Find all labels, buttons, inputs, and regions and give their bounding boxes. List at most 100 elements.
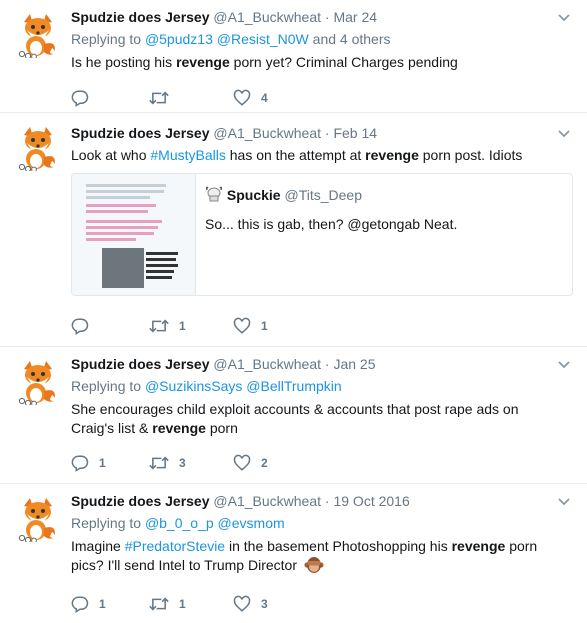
fox-avatar-icon[interactable] xyxy=(14,123,62,173)
reply-count: 1 xyxy=(99,456,106,470)
highlighted-keyword: revenge xyxy=(365,147,419,163)
replying-to-label: Replying to xyxy=(71,378,142,394)
retweet-icon xyxy=(149,597,169,611)
quoted-user-handle: @Tits_Deep xyxy=(284,187,362,203)
retweet-button[interactable]: 1 xyxy=(149,594,186,614)
retweet-icon xyxy=(149,319,169,333)
timestamp[interactable]: Feb 14 xyxy=(333,125,377,141)
fox-avatar-icon[interactable] xyxy=(14,10,62,60)
user-handle[interactable]: @A1_Buckwheat xyxy=(213,9,321,25)
user-handle[interactable]: @A1_Buckwheat xyxy=(213,125,321,141)
tweet-header: Spudzie does Jersey @A1_Buckwheat · Feb … xyxy=(71,124,573,142)
like-heart-icon xyxy=(233,454,251,471)
chevron-down-icon[interactable] xyxy=(555,8,573,26)
quoted-tweet-header: Spuckie @Tits_Deep xyxy=(205,186,562,205)
retweet-icon xyxy=(149,91,169,105)
mention-link[interactable]: @b_0_o_p xyxy=(145,515,214,531)
text-segment: porn post. Idiots xyxy=(418,147,523,163)
reply-icon xyxy=(71,318,89,335)
reply-icon xyxy=(71,596,89,613)
mention-link[interactable]: @BellTrumpkin xyxy=(246,378,341,394)
retweet-button[interactable]: 1 xyxy=(149,316,186,336)
reply-button[interactable]: 1 xyxy=(71,453,106,473)
tweet-text: Is he posting his revenge porn yet? Crim… xyxy=(71,53,573,72)
highlighted-keyword: revenge xyxy=(152,420,206,436)
reply-button[interactable] xyxy=(71,316,99,336)
tweet[interactable]: Spudzie does Jersey @A1_Buckwheat · Feb … xyxy=(0,113,587,347)
display-name[interactable]: Spudzie does Jersey xyxy=(71,356,210,372)
separator: · xyxy=(324,356,330,372)
quoted-tweet-text: So... this is gab, then? @getongab Neat. xyxy=(205,216,458,232)
reply-button[interactable]: 1 xyxy=(71,594,106,614)
tweet-header: Spudzie does Jersey @A1_Buckwheat · Mar … xyxy=(71,8,573,26)
text-segment: Is he posting his xyxy=(71,54,177,70)
quoted-tweet[interactable]: Spuckie @Tits_Deep So... this is gab, th… xyxy=(71,173,573,296)
replying-to-label: Replying to xyxy=(71,515,142,531)
retweet-count: 1 xyxy=(179,597,186,611)
user-handle[interactable]: @A1_Buckwheat xyxy=(213,493,321,509)
mention-link[interactable]: @5pudz13 xyxy=(145,31,213,47)
retweet-count: 3 xyxy=(179,456,186,470)
retweet-button[interactable]: 3 xyxy=(149,453,186,473)
timestamp[interactable]: 19 Oct 2016 xyxy=(333,493,409,509)
tweet-text: Look at who #MustyBalls has on the attem… xyxy=(71,146,573,165)
fox-avatar-icon[interactable] xyxy=(14,494,62,544)
fox-avatar-icon[interactable] xyxy=(14,357,62,407)
quoted-display-name: Spuckie xyxy=(226,187,281,203)
retweet-count: 1 xyxy=(179,319,186,333)
tweet[interactable]: Spudzie does Jersey @A1_Buckwheat · 19 O… xyxy=(0,484,587,623)
reply-count: 1 xyxy=(99,597,106,611)
mention-link[interactable]: @SuzikinsSays xyxy=(145,378,242,394)
text-segment: She encourages child exploit accounts & … xyxy=(71,401,519,436)
tweet-header: Spudzie does Jersey @A1_Buckwheat · Jan … xyxy=(71,355,573,373)
like-heart-icon xyxy=(233,595,251,612)
tweet-text: Imagine #PredatorStevie in the basement … xyxy=(71,537,571,575)
reply-icon xyxy=(71,455,89,472)
tweet-text: She encourages child exploit accounts & … xyxy=(71,400,551,438)
hashtag-link[interactable]: #MustyBalls xyxy=(150,147,225,163)
chevron-down-icon[interactable] xyxy=(555,355,573,373)
display-name[interactable]: Spudzie does Jersey xyxy=(71,493,210,509)
quoted-tweet-body: Spuckie @Tits_Deep So... this is gab, th… xyxy=(205,186,562,234)
separator: · xyxy=(324,125,330,141)
like-button[interactable]: 2 xyxy=(233,453,268,473)
replying-to-label: Replying to xyxy=(71,31,142,47)
text-segment: porn xyxy=(205,420,238,436)
text-segment: in the basement Photoshopping his xyxy=(225,538,452,554)
text-segment: porn yet? Criminal Charges pending xyxy=(229,54,458,70)
like-heart-icon xyxy=(233,317,251,334)
retweet-button[interactable] xyxy=(149,88,179,108)
mention-link[interactable]: @Resist_N0W xyxy=(217,31,309,47)
replying-to: Replying to @b_0_o_p @evsmom xyxy=(71,514,573,533)
display-name[interactable]: Spudzie does Jersey xyxy=(71,125,210,141)
tweet[interactable]: Spudzie does Jersey @A1_Buckwheat · Jan … xyxy=(0,347,587,484)
tweet-header: Spudzie does Jersey @A1_Buckwheat · 19 O… xyxy=(71,492,573,510)
goat-icon xyxy=(205,186,223,202)
timestamp[interactable]: Mar 24 xyxy=(333,9,377,25)
retweet-icon xyxy=(149,456,169,470)
separator: · xyxy=(324,9,330,25)
quoted-tweet-thumbnail xyxy=(72,174,196,295)
chevron-down-icon[interactable] xyxy=(555,124,573,142)
reply-button[interactable] xyxy=(71,88,99,108)
text-segment: Imagine xyxy=(71,538,125,554)
like-button[interactable]: 1 xyxy=(233,316,268,336)
tweet[interactable]: Spudzie does Jersey @A1_Buckwheat · Mar … xyxy=(0,0,587,113)
user-handle[interactable]: @A1_Buckwheat xyxy=(213,356,321,372)
hashtag-link[interactable]: #PredatorStevie xyxy=(125,538,225,554)
separator: · xyxy=(324,493,330,509)
others-link[interactable]: and 4 others xyxy=(313,31,391,47)
mention-link[interactable]: @evsmom xyxy=(218,515,285,531)
timestamp[interactable]: Jan 25 xyxy=(333,356,375,372)
replying-to: Replying to @SuzikinsSays @BellTrumpkin xyxy=(71,377,573,396)
like-count: 3 xyxy=(261,597,268,611)
see-no-evil-monkey-icon xyxy=(304,557,324,573)
like-button[interactable]: 3 xyxy=(233,594,268,614)
chevron-down-icon[interactable] xyxy=(555,492,573,510)
reply-icon xyxy=(71,90,89,107)
display-name[interactable]: Spudzie does Jersey xyxy=(71,9,210,25)
like-count: 1 xyxy=(261,319,268,333)
text-segment: Look at who xyxy=(71,147,151,163)
like-button[interactable]: 4 xyxy=(233,88,268,108)
like-count: 4 xyxy=(261,91,268,105)
